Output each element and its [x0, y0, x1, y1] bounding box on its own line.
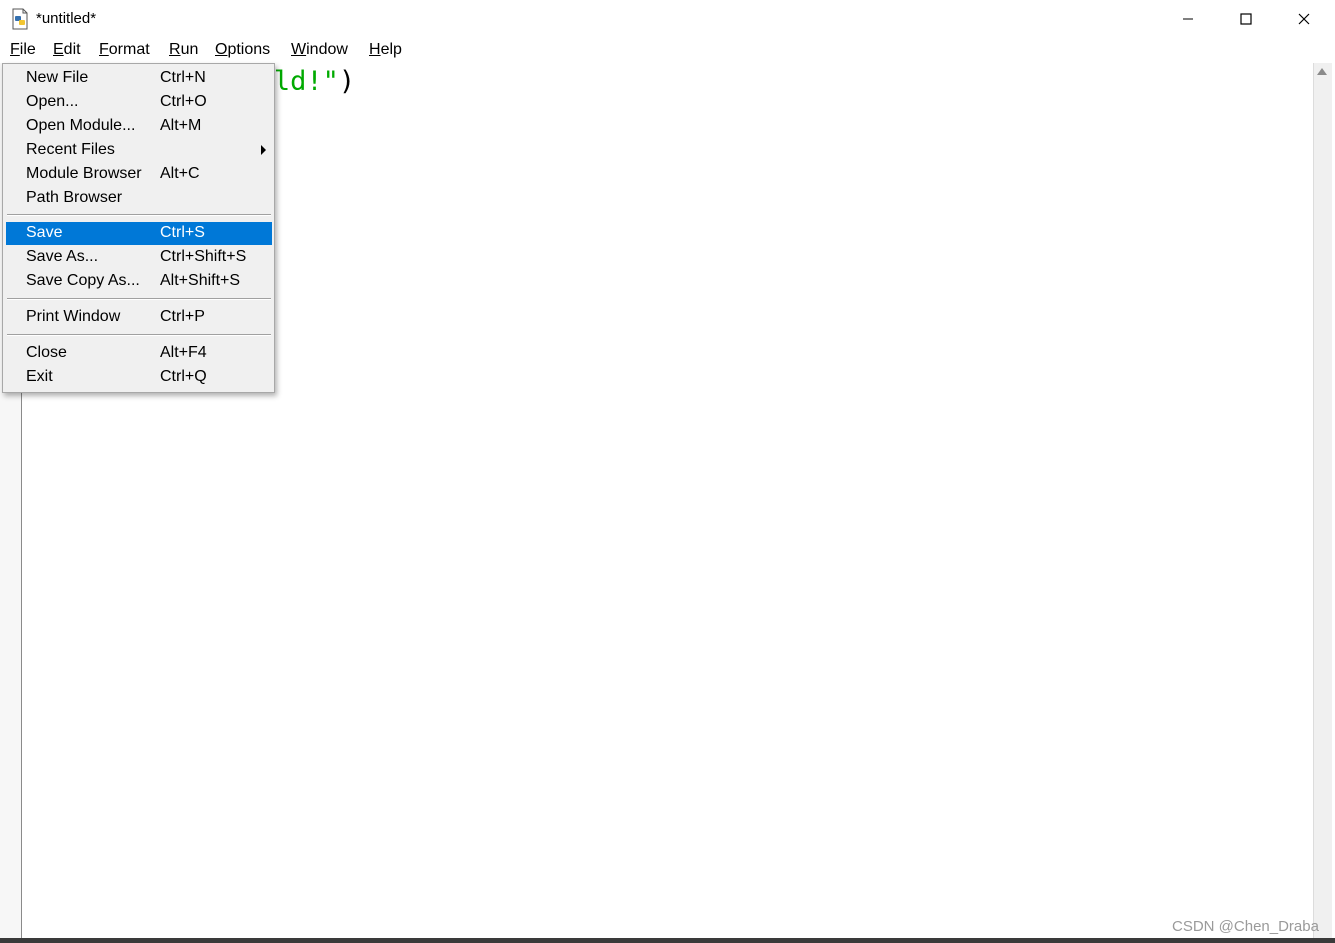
menu-item-exit[interactable]: Exit Ctrl+Q — [6, 366, 272, 389]
menu-item-label: Close — [26, 344, 67, 361]
menu-item-shortcut: Ctrl+Q — [160, 368, 207, 385]
idle-editor-window: *untitled* File Edit Format Run Options … — [0, 0, 1335, 943]
title-bar[interactable]: *untitled* — [0, 0, 1335, 38]
menu-item-label: Recent Files — [26, 141, 115, 158]
menu-item-shortcut: Ctrl+P — [160, 308, 205, 325]
menu-edit[interactable]: Edit — [53, 41, 81, 59]
menu-item-label: New File — [26, 69, 89, 86]
menu-item-shortcut: Ctrl+N — [160, 69, 206, 86]
menu-item-label: Print Window — [26, 308, 121, 325]
maximize-button[interactable] — [1217, 0, 1275, 38]
menu-window[interactable]: Window — [291, 41, 348, 59]
menu-format[interactable]: Format — [99, 41, 150, 59]
menu-item-path-browser[interactable]: Path Browser — [6, 187, 272, 210]
menu-item-shortcut: Alt+F4 — [160, 344, 207, 361]
menu-item-shortcut: Alt+C — [160, 165, 200, 182]
code-paren: ) — [338, 66, 356, 97]
menu-item-label: Exit — [26, 368, 53, 385]
menu-item-label: Module Browser — [26, 165, 142, 182]
maximize-icon — [1240, 13, 1252, 25]
menu-item-shortcut: Ctrl+Shift+S — [160, 248, 247, 265]
minimize-icon — [1183, 18, 1193, 20]
menu-item-shortcut: Alt+M — [160, 117, 202, 134]
menu-item-close[interactable]: Close Alt+F4 — [6, 342, 272, 365]
menu-item-print-window[interactable]: Print Window Ctrl+P — [6, 306, 272, 329]
menu-item-label: Open Module... — [26, 117, 136, 134]
menu-item-save-as[interactable]: Save As... Ctrl+Shift+S — [6, 246, 272, 269]
window-bottom-edge — [0, 938, 1335, 943]
menu-item-label: Save Copy As... — [26, 272, 140, 289]
menu-item-shortcut: Ctrl+S — [160, 224, 205, 241]
scroll-up-arrow-icon[interactable] — [1317, 68, 1327, 75]
menu-options[interactable]: Options — [215, 41, 270, 59]
menu-item-recent-files[interactable]: Recent Files — [6, 139, 272, 162]
menu-item-label: Save As... — [26, 248, 99, 265]
menu-help[interactable]: Help — [369, 41, 402, 59]
menu-item-open-module[interactable]: Open Module... Alt+M — [6, 115, 272, 138]
menu-item-save[interactable]: Save Ctrl+S — [6, 222, 272, 245]
menu-item-new-file[interactable]: New File Ctrl+N — [6, 67, 272, 90]
close-icon — [1298, 13, 1310, 25]
vertical-scrollbar[interactable] — [1313, 63, 1332, 938]
menu-separator — [7, 214, 271, 216]
menu-item-label: Save — [26, 224, 63, 241]
submenu-arrow-icon — [261, 145, 266, 155]
menu-separator — [7, 298, 271, 300]
menu-item-open[interactable]: Open... Ctrl+O — [6, 91, 272, 114]
file-menu-dropdown: New File Ctrl+N Open... Ctrl+O Open Modu… — [2, 63, 275, 393]
menu-item-shortcut: Ctrl+O — [160, 93, 207, 110]
menu-file[interactable]: File — [10, 41, 36, 59]
menu-item-label: Open... — [26, 93, 79, 110]
menu-bar: File Edit Format Run Options Window Help — [0, 38, 1335, 63]
menu-run[interactable]: Run — [169, 41, 198, 59]
python-file-icon — [12, 8, 28, 30]
menu-item-shortcut: Alt+Shift+S — [160, 272, 241, 289]
minimize-button[interactable] — [1159, 0, 1217, 38]
menu-item-save-copy-as[interactable]: Save Copy As... Alt+Shift+S — [6, 270, 272, 293]
watermark: CSDN @Chen_Draba — [1172, 918, 1319, 935]
menu-item-label: Path Browser — [26, 189, 123, 206]
menu-separator — [7, 334, 271, 336]
close-button[interactable] — [1275, 0, 1333, 38]
window-title: *untitled* — [36, 10, 97, 27]
menu-item-module-browser[interactable]: Module Browser Alt+C — [6, 163, 272, 186]
